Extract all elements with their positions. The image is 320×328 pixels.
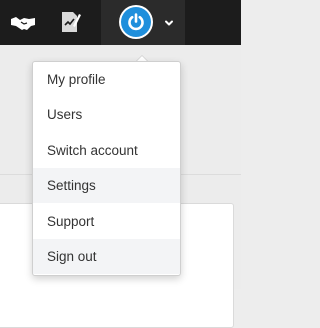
menu-item-switch-account[interactable]: Switch account	[33, 133, 180, 168]
menu-item-users[interactable]: Users	[33, 97, 180, 132]
chevron-down-icon	[165, 20, 173, 26]
avatar[interactable]	[119, 5, 153, 39]
account-dropdown-menu: My profile Users Switch account Settings…	[32, 61, 181, 276]
account-menu-toggle[interactable]	[101, 0, 185, 45]
power-icon	[128, 13, 144, 31]
contract-sign-icon[interactable]	[56, 8, 84, 36]
menu-item-support[interactable]: Support	[33, 204, 180, 239]
handshake-icon[interactable]	[9, 8, 37, 36]
menu-item-my-profile[interactable]: My profile	[33, 62, 180, 97]
menu-item-sign-out[interactable]: Sign out	[33, 239, 180, 274]
menu-item-settings[interactable]: Settings	[33, 168, 180, 203]
top-navigation-bar	[0, 0, 241, 45]
